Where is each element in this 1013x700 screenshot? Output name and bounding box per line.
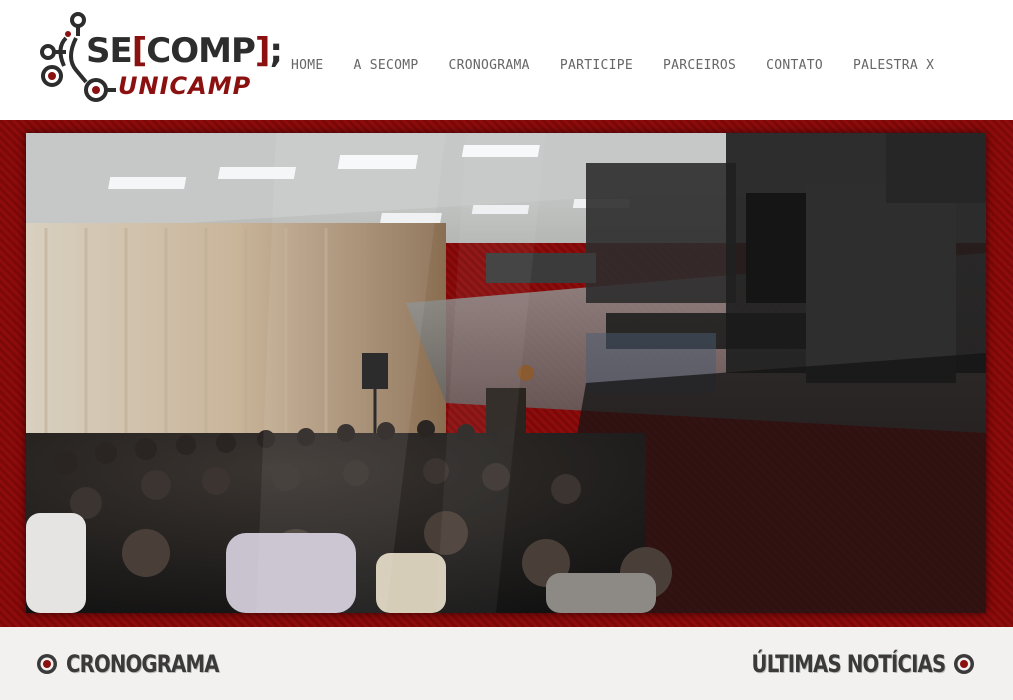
target-bullet-icon [954,654,974,674]
nav-palestra-x[interactable]: PALESTRA X [853,56,934,76]
logo-subtitle: UNICAMP [118,72,252,100]
nav-cronograma[interactable]: CRONOGRAMA [449,56,530,76]
target-bullet-icon [37,654,57,674]
section-title-ultimas-noticias: ÚLTIMAS NOTÍCIAS [751,650,946,678]
nav-a-secomp[interactable]: A SECOMP [354,56,419,76]
nav-contato[interactable]: CONTATO [766,56,823,76]
section-cronograma: CRONOGRAMA [36,648,252,680]
section-ultimas-noticias: ÚLTIMAS NOTÍCIAS [709,648,975,680]
hero-photo-conference-icon [26,133,986,613]
site-header: SE[COMP]; UNICAMP HOME A SECOMP CRONOGRA… [0,0,1013,120]
main-nav: HOME A SECOMP CRONOGRAMA PARTICIPE PARCE… [280,56,964,76]
nav-home[interactable]: HOME [291,56,324,76]
hero-image [26,133,986,613]
nav-participe[interactable]: PARTICIPE [560,56,633,76]
section-title-cronograma: CRONOGRAMA [66,650,220,678]
nav-parceiros[interactable]: PARCEIROS [663,56,736,76]
site-logo[interactable]: SE[COMP]; UNICAMP [36,8,283,108]
logo-title: SE[COMP]; [86,31,283,71]
